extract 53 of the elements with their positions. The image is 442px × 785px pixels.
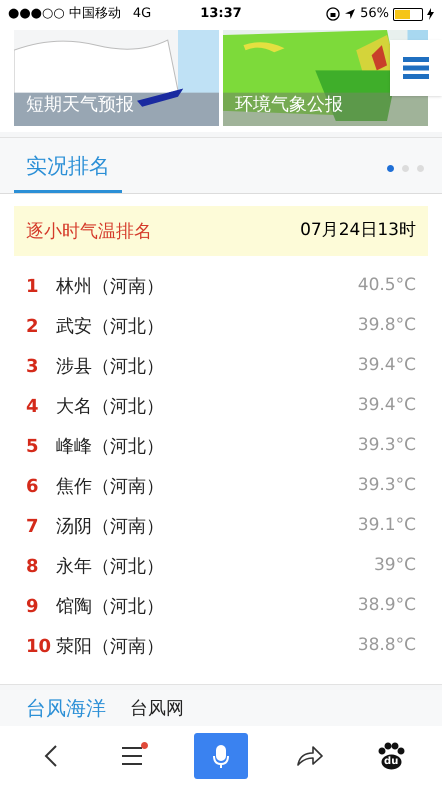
place-name: 焦作（河南） xyxy=(56,474,165,498)
temperature: 39.1°C xyxy=(358,514,416,538)
rank-number: 1 xyxy=(26,274,40,298)
rank-number: 9 xyxy=(26,594,40,618)
menu-button[interactable] xyxy=(390,40,442,96)
rank-number: 8 xyxy=(26,554,40,578)
clock: 13:37 xyxy=(200,5,242,24)
rank-number: 6 xyxy=(26,474,40,498)
rank-number: 7 xyxy=(26,514,40,538)
rank-number: 4 xyxy=(26,394,40,418)
rotation-lock-icon xyxy=(326,7,340,21)
location-arrow-icon xyxy=(344,8,356,20)
microphone-icon xyxy=(212,744,229,768)
place-name: 林州（河南） xyxy=(56,274,165,298)
map-caption: 环境气象公报 xyxy=(235,93,343,117)
rank-number: 3 xyxy=(26,354,40,378)
menu-icon xyxy=(403,57,429,79)
temperature: 39.4°C xyxy=(358,354,416,378)
temperature: 38.8°C xyxy=(358,634,416,658)
logo-text: du xyxy=(384,756,398,766)
charging-icon xyxy=(426,8,434,20)
place-name: 荥阳（河南） xyxy=(56,634,165,658)
menu-lines-icon xyxy=(120,746,144,766)
rank-number: 5 xyxy=(26,434,40,458)
map-caption: 短期天气预报 xyxy=(26,93,134,117)
temperature: 39.8°C xyxy=(358,314,416,338)
share-icon xyxy=(296,744,324,766)
temperature: 39.3°C xyxy=(358,474,416,498)
temperature: 39°C xyxy=(374,554,416,578)
rank-number: 10 xyxy=(26,634,52,658)
voice-button[interactable] xyxy=(194,732,248,778)
place-name: 峰峰（河北） xyxy=(56,434,165,458)
place-name: 汤阴（河南） xyxy=(56,514,165,538)
typhoon-link[interactable]: 台风网 xyxy=(130,694,184,722)
place-name: 涉县（河北） xyxy=(56,354,165,378)
place-name: 永年（河北） xyxy=(56,554,165,578)
temperature: 39.3°C xyxy=(358,434,416,458)
carrier-name: ●●●○○ 中国移动 xyxy=(8,5,121,24)
temperature: 38.9°C xyxy=(358,594,416,618)
temperature: 39.4°C xyxy=(358,394,416,418)
ranking-title: 逐小时气温排名 xyxy=(26,220,152,244)
paw-icon xyxy=(376,740,406,770)
battery-percent: 56% xyxy=(360,5,389,24)
place-name: 馆陶（河北） xyxy=(56,594,165,618)
rank-number: 2 xyxy=(26,314,40,338)
place-name: 大名（河北） xyxy=(56,394,165,418)
paw-logo-button[interactable]: du xyxy=(371,736,412,776)
back-icon xyxy=(44,744,58,768)
temperature: 40.5°C xyxy=(358,274,416,298)
network-type: 4G xyxy=(132,5,152,24)
place-name: 武安（河北） xyxy=(56,314,165,338)
battery-icon xyxy=(392,8,423,20)
ranking-time: 07月24日13时 xyxy=(300,219,416,242)
